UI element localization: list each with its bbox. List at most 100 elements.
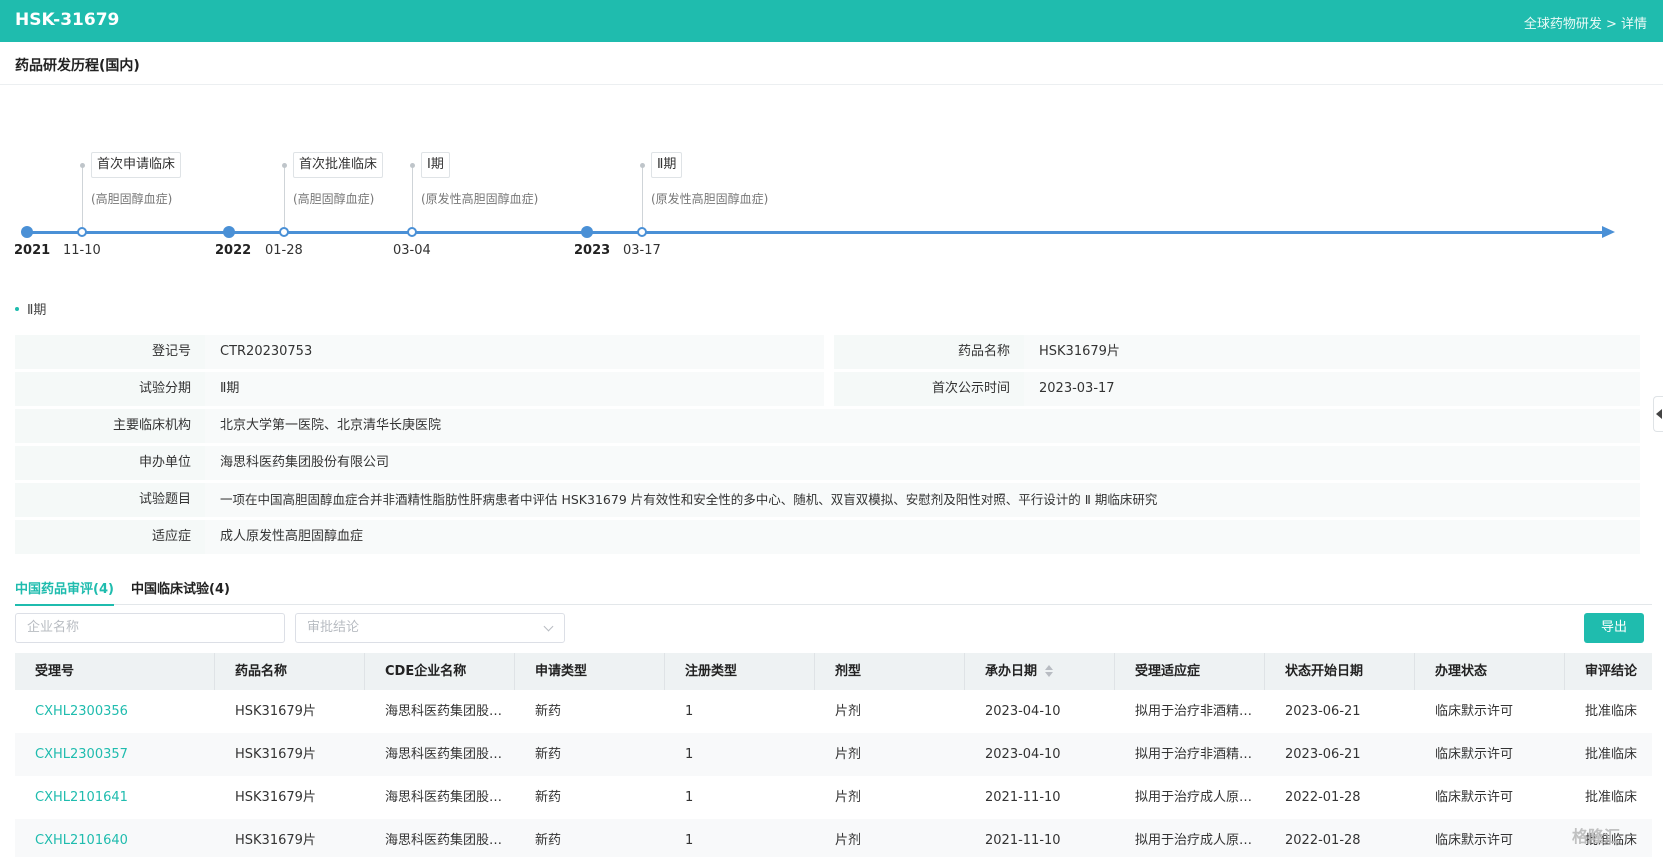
info-label: 首次公示时间 <box>931 381 1010 396</box>
timeline-event-sub: (原发性高胆固醇血症) <box>421 192 539 206</box>
column-header[interactable]: 药品名称 <box>215 653 365 690</box>
table-cell: 批准临床 <box>1585 747 1638 762</box>
side-panel-toggle[interactable] <box>1653 396 1663 432</box>
tab-cn-clinical-trial[interactable]: 中国临床试验(4) <box>131 578 230 597</box>
tab-cn-drug-review[interactable]: 中国药品审评(4) <box>15 578 114 606</box>
top-bar: HSK-31679 全球药物研发 > 详情 <box>0 0 1663 42</box>
info-row: 主要临床机构 北京大学第一医院、北京清华长庚医院 <box>15 409 1640 443</box>
acceptance-no-link[interactable]: CXHL2101640 <box>15 819 215 857</box>
info-value-first-public: 2023-03-17 <box>1024 372 1640 406</box>
info-label: 试验题目 <box>138 492 191 507</box>
info-row: 申办单位 海思科医药集团股份有限公司 <box>15 446 1640 480</box>
conclusion-select[interactable]: 审批结论 <box>295 613 565 643</box>
phase-tag-label: Ⅱ期 <box>27 303 47 318</box>
table-cell: 海思科医药集团股… <box>385 747 503 762</box>
conclusion-select-placeholder: 审批结论 <box>307 620 360 635</box>
column-header[interactable]: 状态开始日期 <box>1265 653 1415 690</box>
timeline-stem-dot <box>410 163 415 168</box>
acceptance-no-link[interactable]: CXHL2300357 <box>15 733 215 776</box>
table-cell: 2022-01-28 <box>1285 790 1361 805</box>
acceptance-no-link[interactable]: CXHL2101641 <box>15 776 215 819</box>
timeline-stem-dot <box>80 163 85 168</box>
table-row: CXHL2300356 HSK31679片 海思科医药集团股… 新药 1 片剂 … <box>15 690 1652 733</box>
table-cell: 临床默示许可 <box>1435 790 1514 805</box>
timeline-event-date: 03-17 <box>623 243 661 258</box>
table-cell: HSK31679片 <box>235 833 316 848</box>
table-cell: 片剂 <box>835 790 862 805</box>
company-name-input[interactable]: 企业名称 <box>15 613 285 643</box>
timeline-year: 2022 <box>215 243 252 258</box>
table-row: CXHL2101641 HSK31679片 海思科医药集团股… 新药 1 片剂 … <box>15 776 1652 819</box>
table-row: CXHL2300357 HSK31679片 海思科医药集团股… 新药 1 片剂 … <box>15 733 1652 776</box>
table-cell: 新药 <box>535 790 562 805</box>
timeline-stem <box>412 165 413 227</box>
timeline-year: 2023 <box>574 243 611 258</box>
timeline-event-dot[interactable] <box>77 227 87 237</box>
timeline-event-dot[interactable] <box>407 227 417 237</box>
table-cell: 临床默示许可 <box>1435 747 1514 762</box>
info-value-sponsor: 海思科医药集团股份有限公司 <box>205 446 1640 480</box>
table-cell: 1 <box>685 747 694 762</box>
timeline-stem-dot <box>640 163 645 168</box>
breadcrumb[interactable]: 全球药物研发 > 详情 <box>1524 13 1647 32</box>
info-row: 药品名称 HSK31679片 <box>834 335 1640 369</box>
column-header[interactable]: 办理状态 <box>1415 653 1565 690</box>
table-cell: 批准临床 <box>1585 704 1638 719</box>
info-row: 试验题目 一项在中国高胆固醇血症合并非酒精性脂肪性肝病患者中评估 HSK3167… <box>15 483 1640 517</box>
column-header[interactable]: 申请类型 <box>515 653 665 690</box>
info-row: 首次公示时间 2023-03-17 <box>834 372 1640 406</box>
column-header[interactable]: CDE企业名称 <box>365 653 515 690</box>
column-header[interactable]: 注册类型 <box>665 653 815 690</box>
timeline-stem <box>642 165 643 227</box>
timeline-event-sub: (高胆固醇血症) <box>91 192 173 206</box>
table-cell: 片剂 <box>835 704 862 719</box>
info-label: 适应症 <box>151 529 191 544</box>
column-header[interactable]: 受理适应症 <box>1115 653 1265 690</box>
column-header-label: 承办日期 <box>985 664 1038 679</box>
timeline-stem <box>82 165 83 227</box>
timeline-event-dot[interactable] <box>637 227 647 237</box>
timeline-year-dot <box>581 226 593 238</box>
info-row: 试验分期 Ⅱ期 <box>15 372 824 406</box>
column-header[interactable]: 受理号 <box>15 653 215 690</box>
info-row: 适应症 成人原发性高胆固醇血症 <box>15 520 1640 554</box>
column-header-sortable[interactable]: 承办日期 <box>965 653 1115 690</box>
info-label: 药品名称 <box>957 344 1010 359</box>
table-cell: HSK31679片 <box>235 704 316 719</box>
table-cell: 1 <box>685 833 694 848</box>
table-cell: 1 <box>685 790 694 805</box>
timeline-event-date: 01-28 <box>265 243 303 258</box>
tab-bar: 中国药品审评(4) 中国临床试验(4) <box>15 574 1652 606</box>
timeline-event-dot[interactable] <box>279 227 289 237</box>
info-value-title: 一项在中国高胆固醇血症合并非酒精性脂肪性肝病患者中评估 HSK31679 片有效… <box>205 483 1640 517</box>
info-value-reg-no: CTR20230753 <box>205 335 824 369</box>
table-cell: 2023-04-10 <box>985 704 1061 719</box>
table-cell: 新药 <box>535 704 562 719</box>
table-cell: 2021-11-10 <box>985 790 1061 805</box>
sort-icon[interactable] <box>1045 665 1054 677</box>
export-button[interactable]: 导出 <box>1584 613 1644 643</box>
column-header[interactable]: 审评结论 <box>1565 653 1652 690</box>
timeline-stem <box>284 165 285 227</box>
info-label: 申办单位 <box>138 455 191 470</box>
page-title: HSK-31679 <box>15 10 120 30</box>
table-cell: 拟用于治疗成人原… <box>1135 790 1253 805</box>
timeline-event-label: 首次批准临床 <box>293 152 384 178</box>
table-cell: 2023-06-21 <box>1285 747 1361 762</box>
info-row: 登记号 CTR20230753 <box>15 335 824 369</box>
timeline-year-dot <box>21 226 33 238</box>
timeline-axis <box>26 231 1604 234</box>
timeline-arrow-icon <box>1602 226 1615 238</box>
table-cell: 1 <box>685 704 694 719</box>
timeline-event-label: Ⅱ期 <box>651 152 683 178</box>
section-title: 药品研发历程(国内) <box>15 58 140 74</box>
table-cell: 2022-01-28 <box>1285 833 1361 848</box>
acceptance-no-link[interactable]: CXHL2300356 <box>15 690 215 733</box>
table-header: 受理号 药品名称 CDE企业名称 申请类型 注册类型 剂型 承办日期 受理适应症… <box>15 653 1652 690</box>
info-label: 主要临床机构 <box>112 418 191 433</box>
timeline-event-label: Ⅰ期 <box>421 152 450 178</box>
table-cell: 拟用于治疗非酒精… <box>1135 704 1253 719</box>
timeline-year-dot <box>223 226 235 238</box>
info-label: 试验分期 <box>138 381 191 396</box>
column-header[interactable]: 剂型 <box>815 653 965 690</box>
